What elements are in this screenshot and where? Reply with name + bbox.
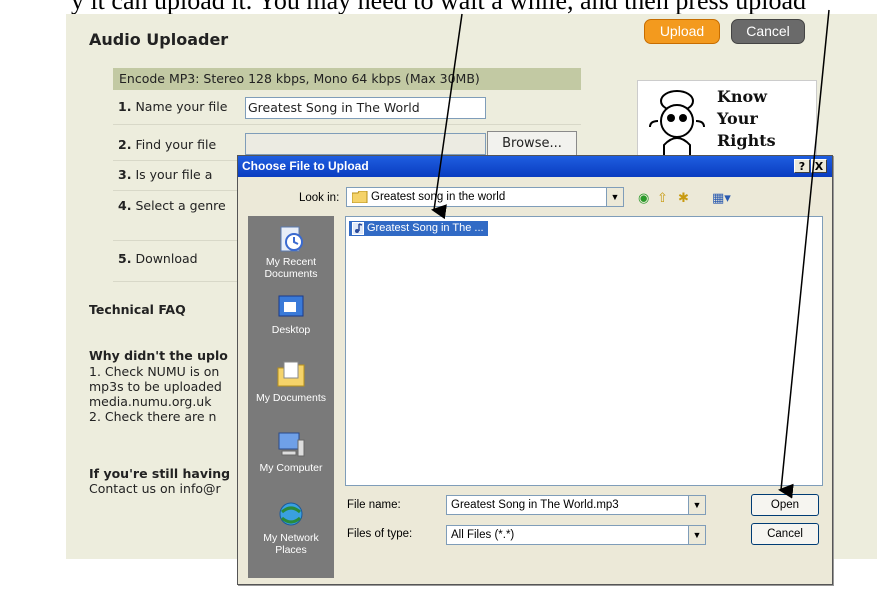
arrow-to-open xyxy=(778,9,830,499)
arrow-to-file xyxy=(431,13,463,220)
annotation-arrows xyxy=(431,9,830,499)
